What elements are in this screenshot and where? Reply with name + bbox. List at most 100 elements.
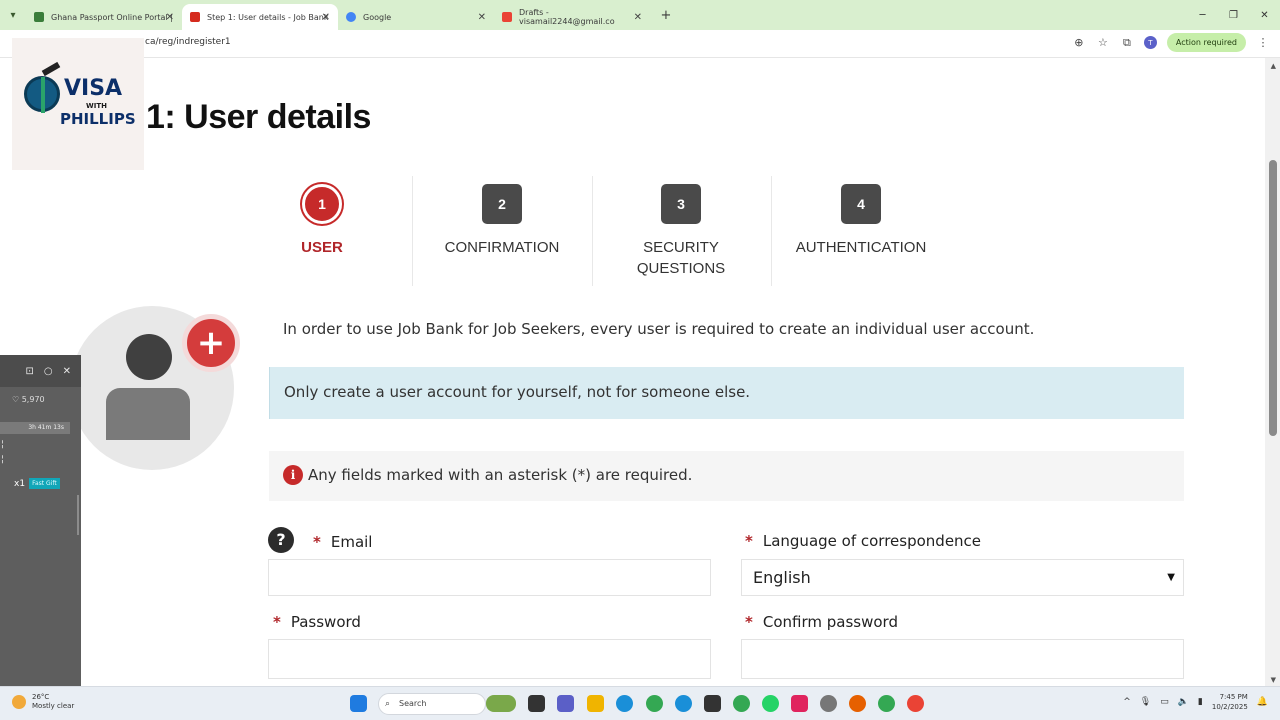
required-asterisk: * bbox=[745, 613, 753, 631]
chrome-profile-icon[interactable] bbox=[733, 695, 750, 712]
minimize-icon[interactable]: ─ bbox=[1187, 0, 1218, 30]
browser-tab[interactable]: Drafts - visamail2244@gmail.co ✕ bbox=[494, 4, 650, 30]
close-window-icon[interactable]: ✕ bbox=[1249, 0, 1280, 30]
chevron-down-icon: ▼ bbox=[1167, 572, 1175, 583]
info-notice: Only create a user account for yourself,… bbox=[269, 367, 1184, 419]
intro-text: In order to use Job Bank for Job Seekers… bbox=[283, 320, 1035, 338]
tiktok-icon[interactable] bbox=[791, 695, 808, 712]
network-icon[interactable]: ▭ bbox=[1160, 697, 1169, 707]
new-tab-button[interactable]: + bbox=[656, 8, 676, 23]
windows-taskbar: 26°C Mostly clear ⌕ Search ^ 🎙 ▭ 🔈 ▮ 7:4… bbox=[0, 686, 1280, 720]
settings-gear-icon[interactable] bbox=[820, 695, 837, 712]
confirm-password-input[interactable] bbox=[741, 639, 1184, 679]
step-label: AUTHENTICATION bbox=[795, 239, 927, 256]
chrome-icon[interactable] bbox=[907, 695, 924, 712]
confirm-password-label-text: Confirm password bbox=[762, 613, 898, 631]
weather-text: 26°C Mostly clear bbox=[32, 693, 74, 711]
extensions-icon[interactable]: ⧉ bbox=[1120, 36, 1134, 50]
taskbar-search[interactable]: ⌕ Search bbox=[378, 693, 486, 715]
required-notice-text: Any fields marked with an asterisk (*) a… bbox=[308, 466, 693, 484]
bookmark-star-icon[interactable]: ☆ bbox=[1096, 36, 1110, 49]
weather-condition: Mostly clear bbox=[32, 702, 75, 710]
notification-bell-icon[interactable]: 🔔 bbox=[1257, 697, 1268, 707]
chat-icon[interactable] bbox=[557, 695, 574, 712]
widget-controls: ⊡ ○ ✕ bbox=[0, 355, 81, 387]
url-text[interactable]: ca/reg/indregister1 bbox=[145, 37, 231, 47]
language-label: * Language of correspondence bbox=[745, 532, 981, 550]
tab-close-icon[interactable]: ✕ bbox=[478, 12, 486, 23]
step-number-active: 1 bbox=[302, 184, 342, 224]
scrollbar-thumb[interactable] bbox=[1269, 160, 1277, 436]
tab-close-icon[interactable]: ✕ bbox=[634, 12, 642, 23]
maximize-icon[interactable]: ❐ bbox=[1218, 0, 1249, 30]
window-controls: ─ ❐ ✕ bbox=[1187, 0, 1280, 30]
lock-icon[interactable]: ⊡ bbox=[25, 366, 33, 377]
widget-divider bbox=[77, 495, 79, 535]
widget-row: ╎ bbox=[0, 455, 5, 464]
browser-tab[interactable]: Google ✕ bbox=[338, 4, 494, 30]
clock[interactable]: 7:45 PM 10/2/2025 bbox=[1212, 692, 1248, 712]
logo-text-phillips: PHILLIPS bbox=[60, 110, 136, 128]
menu-kebab-icon[interactable]: ⋮ bbox=[1256, 36, 1270, 49]
required-asterisk: * bbox=[273, 613, 281, 631]
language-label-text: Language of correspondence bbox=[762, 532, 982, 550]
profile-avatar[interactable]: T bbox=[1143, 36, 1157, 49]
tab-favicon bbox=[502, 12, 512, 22]
tab-favicon bbox=[34, 12, 44, 22]
widget-timer: 3h 41m 13s bbox=[0, 422, 70, 434]
required-notice: i Any fields marked with an asterisk (*)… bbox=[269, 451, 1184, 501]
step-number: 4 bbox=[841, 184, 881, 224]
start-windows-icon[interactable] bbox=[350, 695, 367, 712]
zoom-icon[interactable]: ⊕ bbox=[1072, 36, 1086, 49]
tab-favicon bbox=[346, 12, 356, 22]
weather-widget[interactable]: 26°C Mostly clear bbox=[12, 693, 74, 711]
system-tray: ^ 🎙 ▭ 🔈 ▮ 7:45 PM 10/2/2025 🔔 bbox=[1123, 692, 1268, 712]
chrome-icon[interactable] bbox=[646, 695, 663, 712]
app-icon[interactable] bbox=[704, 695, 721, 712]
chevron-up-icon[interactable]: ^ bbox=[1123, 697, 1131, 707]
firefox-icon[interactable] bbox=[849, 695, 866, 712]
address-bar[interactable]: ca/reg/indregister1 ⊕ ☆ ⧉ T Action requi… bbox=[0, 30, 1280, 58]
microphone-icon[interactable]: 🎙 bbox=[1140, 697, 1151, 707]
widgets-car-icon[interactable] bbox=[486, 695, 516, 712]
widget-close-icon[interactable]: ✕ bbox=[63, 366, 71, 377]
confirm-password-label: * Confirm password bbox=[745, 613, 898, 631]
speed-value: x1 bbox=[14, 478, 26, 489]
email-input[interactable] bbox=[268, 559, 711, 596]
password-input[interactable] bbox=[268, 639, 711, 679]
step-security-questions: 3 SECURITY QUESTIONS bbox=[591, 184, 771, 279]
step-confirmation: 2 CONFIRMATION bbox=[412, 184, 592, 258]
chrome-icon[interactable] bbox=[878, 695, 895, 712]
language-select[interactable]: English ▼ bbox=[741, 559, 1184, 596]
weather-moon-icon bbox=[12, 695, 26, 709]
help-question-icon[interactable]: ? bbox=[268, 527, 294, 553]
file-explorer-icon[interactable] bbox=[587, 695, 604, 712]
tab-search-icon[interactable]: ▾ bbox=[0, 0, 26, 30]
browser-tab-active[interactable]: Step 1: User details - Job Bank ✕ bbox=[182, 4, 338, 30]
tab-title: Step 1: User details - Job Bank bbox=[207, 12, 329, 22]
action-required-button[interactable]: Action required bbox=[1166, 33, 1246, 52]
tab-close-icon[interactable]: ✕ bbox=[322, 12, 330, 23]
whatsapp-icon[interactable] bbox=[762, 695, 779, 712]
tab-close-icon[interactable]: ✕ bbox=[166, 12, 174, 23]
browser-tab[interactable]: Ghana Passport Online Portal | ✕ bbox=[26, 4, 182, 30]
edge-icon[interactable] bbox=[616, 695, 633, 712]
volume-icon[interactable]: 🔈 bbox=[1178, 697, 1189, 707]
avatar-head bbox=[126, 334, 172, 380]
step-user: 1 USER bbox=[232, 184, 412, 258]
scroll-down-icon[interactable]: ▼ bbox=[1271, 676, 1276, 684]
search-placeholder: Search bbox=[399, 699, 427, 708]
settings-icon[interactable]: ○ bbox=[44, 366, 53, 377]
language-selected-value: English bbox=[753, 568, 811, 587]
task-view-icon[interactable] bbox=[528, 695, 545, 712]
tab-favicon bbox=[190, 12, 200, 22]
plus-icon: + bbox=[182, 314, 240, 372]
widget-speed: x1 Fast Gift bbox=[0, 478, 81, 489]
info-notice-text: Only create a user account for yourself,… bbox=[284, 383, 751, 401]
password-label-text: Password bbox=[290, 613, 361, 631]
battery-icon[interactable]: ▮ bbox=[1198, 697, 1203, 707]
airplane-icon bbox=[41, 61, 61, 77]
temperature: 26°C bbox=[32, 693, 50, 701]
scroll-up-icon[interactable]: ▲ bbox=[1271, 62, 1276, 70]
app-icon[interactable] bbox=[675, 695, 692, 712]
